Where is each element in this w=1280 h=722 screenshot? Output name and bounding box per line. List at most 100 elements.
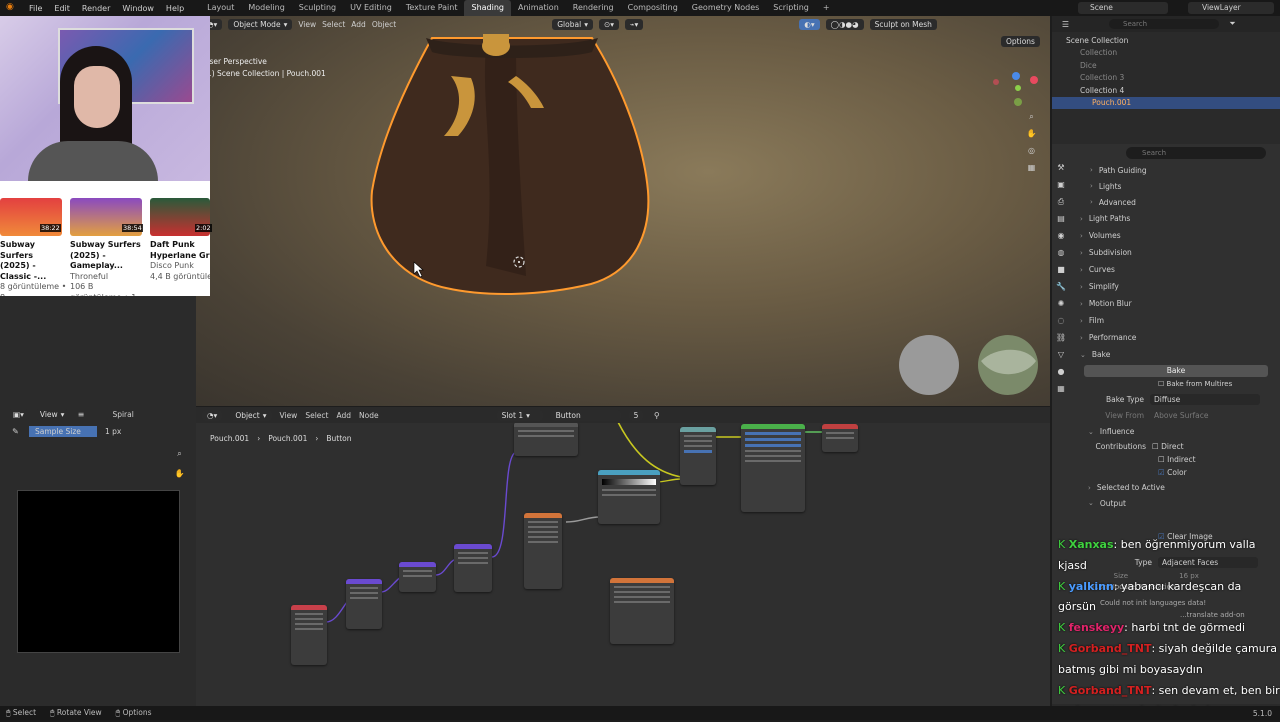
node-material-output[interactable] [822,424,858,452]
texture-tab-icon[interactable]: ▦ [1056,383,1067,394]
panel-film[interactable]: › Film [1070,312,1276,329]
tab-shading[interactable]: Shading [464,0,511,16]
transform-orientation-dropdown[interactable]: Global ▾ [552,18,593,30]
node-image-texture[interactable] [610,578,674,644]
breadcrumb-material[interactable]: Button [326,434,351,443]
overlay-icon[interactable]: ◐▾ [799,18,820,30]
viewport-menu-object[interactable]: Object [372,20,396,29]
outliner-item-collection-3[interactable]: Collection 3 [1052,72,1280,85]
menu-file[interactable]: File [23,4,48,13]
filter-icon[interactable]: ⏷ [1227,19,1238,30]
output-tab-icon[interactable]: ⎙ [1056,196,1067,207]
list-icon[interactable]: ≡ [75,409,86,420]
tab-modeling[interactable]: Modeling [241,0,291,16]
properties-search[interactable]: Search [1126,147,1266,159]
node-top-small[interactable] [514,422,578,456]
panel-lights[interactable]: › Lights [1070,178,1276,194]
panel-influence[interactable]: ⌄ Influence [1070,423,1276,440]
world-tab-icon[interactable]: ◍ [1056,247,1067,258]
panel-motion-blur[interactable]: › Motion Blur [1070,295,1276,312]
node-menu-select[interactable]: Select [305,411,328,420]
zoom-icon[interactable]: ⌕ [1026,111,1037,122]
node-texture-coordinate[interactable] [291,605,327,665]
menu-edit[interactable]: Edit [48,4,76,13]
node-noise-texture[interactable] [524,513,562,589]
tab-compositing[interactable]: Compositing [621,0,685,16]
3d-viewport[interactable]: User Perspective (1) Scene Collection | … [196,16,1050,406]
node-add[interactable] [399,562,436,592]
sample-size-value[interactable]: 1 px [105,427,121,436]
viewport-menu-view[interactable]: View [298,20,316,29]
panel-path-guiding[interactable]: › Path Guiding [1070,162,1276,178]
color-checkbox[interactable]: ☑ Color [1070,466,1276,479]
node-principled-bsdf[interactable] [741,424,805,512]
outliner-item-pouch[interactable]: Pouch.001 [1052,96,1280,109]
view-layer-selector[interactable]: ViewLayer [1188,2,1274,14]
menu-help[interactable]: Help [160,4,190,13]
direct-checkbox[interactable]: ☐ Direct [1152,442,1184,451]
outliner-search[interactable]: Search [1109,19,1219,29]
image-view-dropdown[interactable]: View ▾ [34,408,70,420]
material-tab-icon[interactable]: ● [1056,366,1067,377]
panel-advanced[interactable]: › Advanced [1070,194,1276,210]
panel-volumes[interactable]: › Volumes [1070,227,1276,244]
tab-geometry-nodes[interactable]: Geometry Nodes [685,0,766,16]
outliner-item-scene-collection[interactable]: Scene Collection [1052,34,1280,47]
viewport-menu-select[interactable]: Select [322,20,345,29]
object-mode-dropdown[interactable]: Object Mode ▾ [228,18,293,30]
grid-icon[interactable]: ▦ [1026,162,1037,173]
node-menu-add[interactable]: Add [336,411,351,420]
panel-selected-to-active[interactable]: › Selected to Active [1070,479,1276,496]
material-selector[interactable]: Button [550,409,621,421]
snap-icon[interactable]: ⌁▾ [625,18,644,30]
view-from-dropdown[interactable]: Above Surface [1150,410,1260,421]
node-editor-type-icon[interactable]: ◔▾ [202,409,223,421]
render-tab-icon[interactable]: ▣ [1056,179,1067,190]
viewport-menu-add[interactable]: Add [351,20,366,29]
view-layer-tab-icon[interactable]: ▤ [1056,213,1067,224]
tab-layout[interactable]: Layout [200,0,241,16]
image-editor-type-icon[interactable]: ▣▾ [8,408,29,420]
tool-tab-icon[interactable]: ⚒ [1056,162,1067,173]
panel-light-paths[interactable]: › Light Paths [1070,210,1276,227]
breadcrumb-mesh[interactable]: Pouch.001 [268,434,307,443]
tab-texture-paint[interactable]: Texture Paint [399,0,465,16]
sculpt-on-mesh-button[interactable]: Sculpt on Mesh [869,18,937,30]
node-editor[interactable]: Pouch.001 › Pouch.001 › Button [196,407,1050,707]
panel-output[interactable]: ⌄ Output [1070,496,1276,510]
modifier-tab-icon[interactable]: 🔧 [1056,281,1067,292]
indirect-checkbox[interactable]: ☐ Indirect [1070,453,1276,466]
camera-icon[interactable]: ◎ [1026,145,1037,156]
shading-modes[interactable]: ◯◑●◕ [825,18,864,30]
node-menu-view[interactable]: View [280,411,298,420]
panel-simplify[interactable]: › Simplify [1070,278,1276,295]
pivot-icon[interactable]: ⊙▾ [598,18,620,30]
slot-dropdown[interactable]: Slot 1 ▾ [496,409,543,421]
panel-performance[interactable]: › Performance [1070,329,1276,346]
add-workspace-icon[interactable]: + [816,0,837,16]
zoom-icon[interactable]: ⌕ [174,448,185,459]
menu-render[interactable]: Render [76,4,116,13]
panel-curves[interactable]: › Curves [1070,261,1276,278]
eyedropper-icon[interactable]: ✎ [10,426,21,437]
node-color-ramp[interactable] [598,470,660,524]
node-multiply[interactable] [346,579,382,629]
bake-button[interactable]: Bake [1084,365,1268,377]
shader-type-dropdown[interactable]: Object ▾ [230,409,272,421]
brush-name[interactable]: Spiral [112,410,133,419]
tab-uv-editing[interactable]: UV Editing [343,0,399,16]
scene-tab-icon[interactable]: ◉ [1056,230,1067,241]
image-canvas[interactable] [17,490,180,653]
blender-logo-icon[interactable]: ◉ [6,2,20,14]
node-menu-node[interactable]: Node [359,411,379,420]
material-users-count[interactable]: 5 [628,409,644,421]
tab-sculpting[interactable]: Sculpting [292,0,343,16]
menu-window[interactable]: Window [116,4,160,13]
outliner-item-collection[interactable]: Collection [1052,47,1280,60]
physics-tab-icon[interactable]: ◌ [1056,315,1067,326]
object-tab-icon[interactable]: ■ [1056,264,1067,275]
bake-from-multires-checkbox[interactable]: ☐ Bake from Multires [1070,377,1276,391]
pan-hand-icon[interactable]: ✋ [1026,128,1037,139]
bake-type-dropdown[interactable]: Diffuse [1150,393,1260,405]
tab-rendering[interactable]: Rendering [566,0,621,16]
